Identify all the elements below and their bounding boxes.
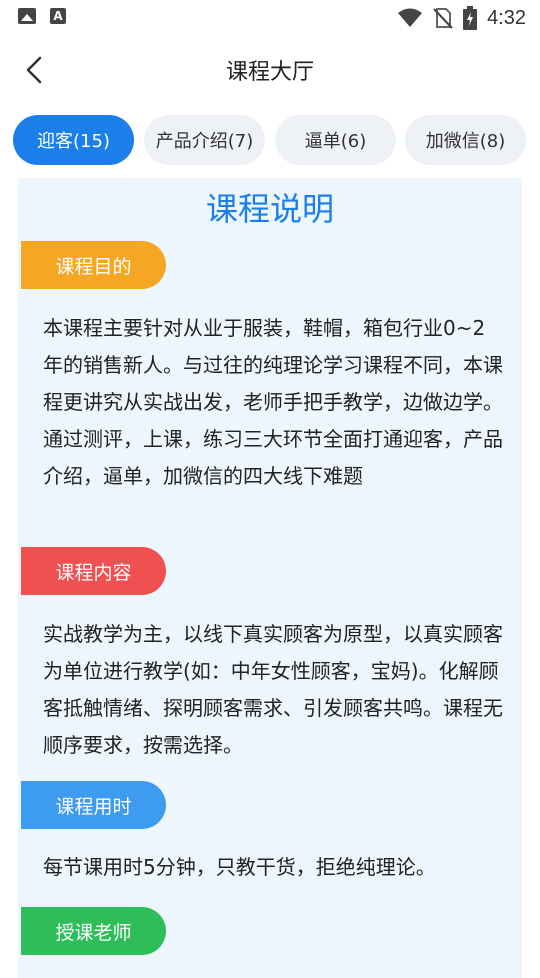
section-label-purpose: 课程目的: [21, 241, 166, 289]
no-sim-icon: [433, 8, 453, 29]
image-notification-icon: [18, 8, 36, 24]
page-title: 课程大厅: [225, 60, 314, 85]
tab-closing[interactable]: 逼单(6): [275, 115, 396, 165]
tab-product-intro[interactable]: 产品介绍(7): [144, 115, 265, 165]
clock: 4:32: [487, 6, 526, 29]
section-label-duration: 课程用时: [21, 781, 166, 829]
course-description-card: 课程说明 课程目的 本课程主要针对从业于服装，鞋帽，箱包行业0~2年的销售新人。…: [18, 178, 522, 978]
card-title: 课程说明: [205, 190, 334, 228]
section-text-purpose: 本课程主要针对从业于服装，鞋帽，箱包行业0~2年的销售新人。与过往的纯理论学习课…: [43, 316, 503, 488]
battery-charging-icon: [463, 6, 478, 30]
section-label-content: 课程内容: [21, 547, 166, 595]
wifi-icon: [398, 8, 423, 27]
tab-add-wechat[interactable]: 加微信(8): [405, 115, 526, 165]
section-text-duration: 每节课用时5分钟，只教干货，拒绝纯理论。: [43, 855, 436, 879]
tab-greeting[interactable]: 迎客(15): [13, 115, 134, 165]
category-tabs: 迎客(15) 产品介绍(7) 逼单(6) 加微信(8): [0, 112, 540, 168]
section-text-content: 实战教学为主，以线下真实顾客为原型，以真实顾客为单位进行教学(如：中年女性顾客，…: [43, 622, 503, 757]
font-notification-icon: A: [50, 8, 66, 24]
status-bar: A 4:32: [0, 0, 540, 36]
header: 课程大厅: [0, 36, 540, 104]
section-label-teacher: 授课老师: [21, 907, 166, 955]
